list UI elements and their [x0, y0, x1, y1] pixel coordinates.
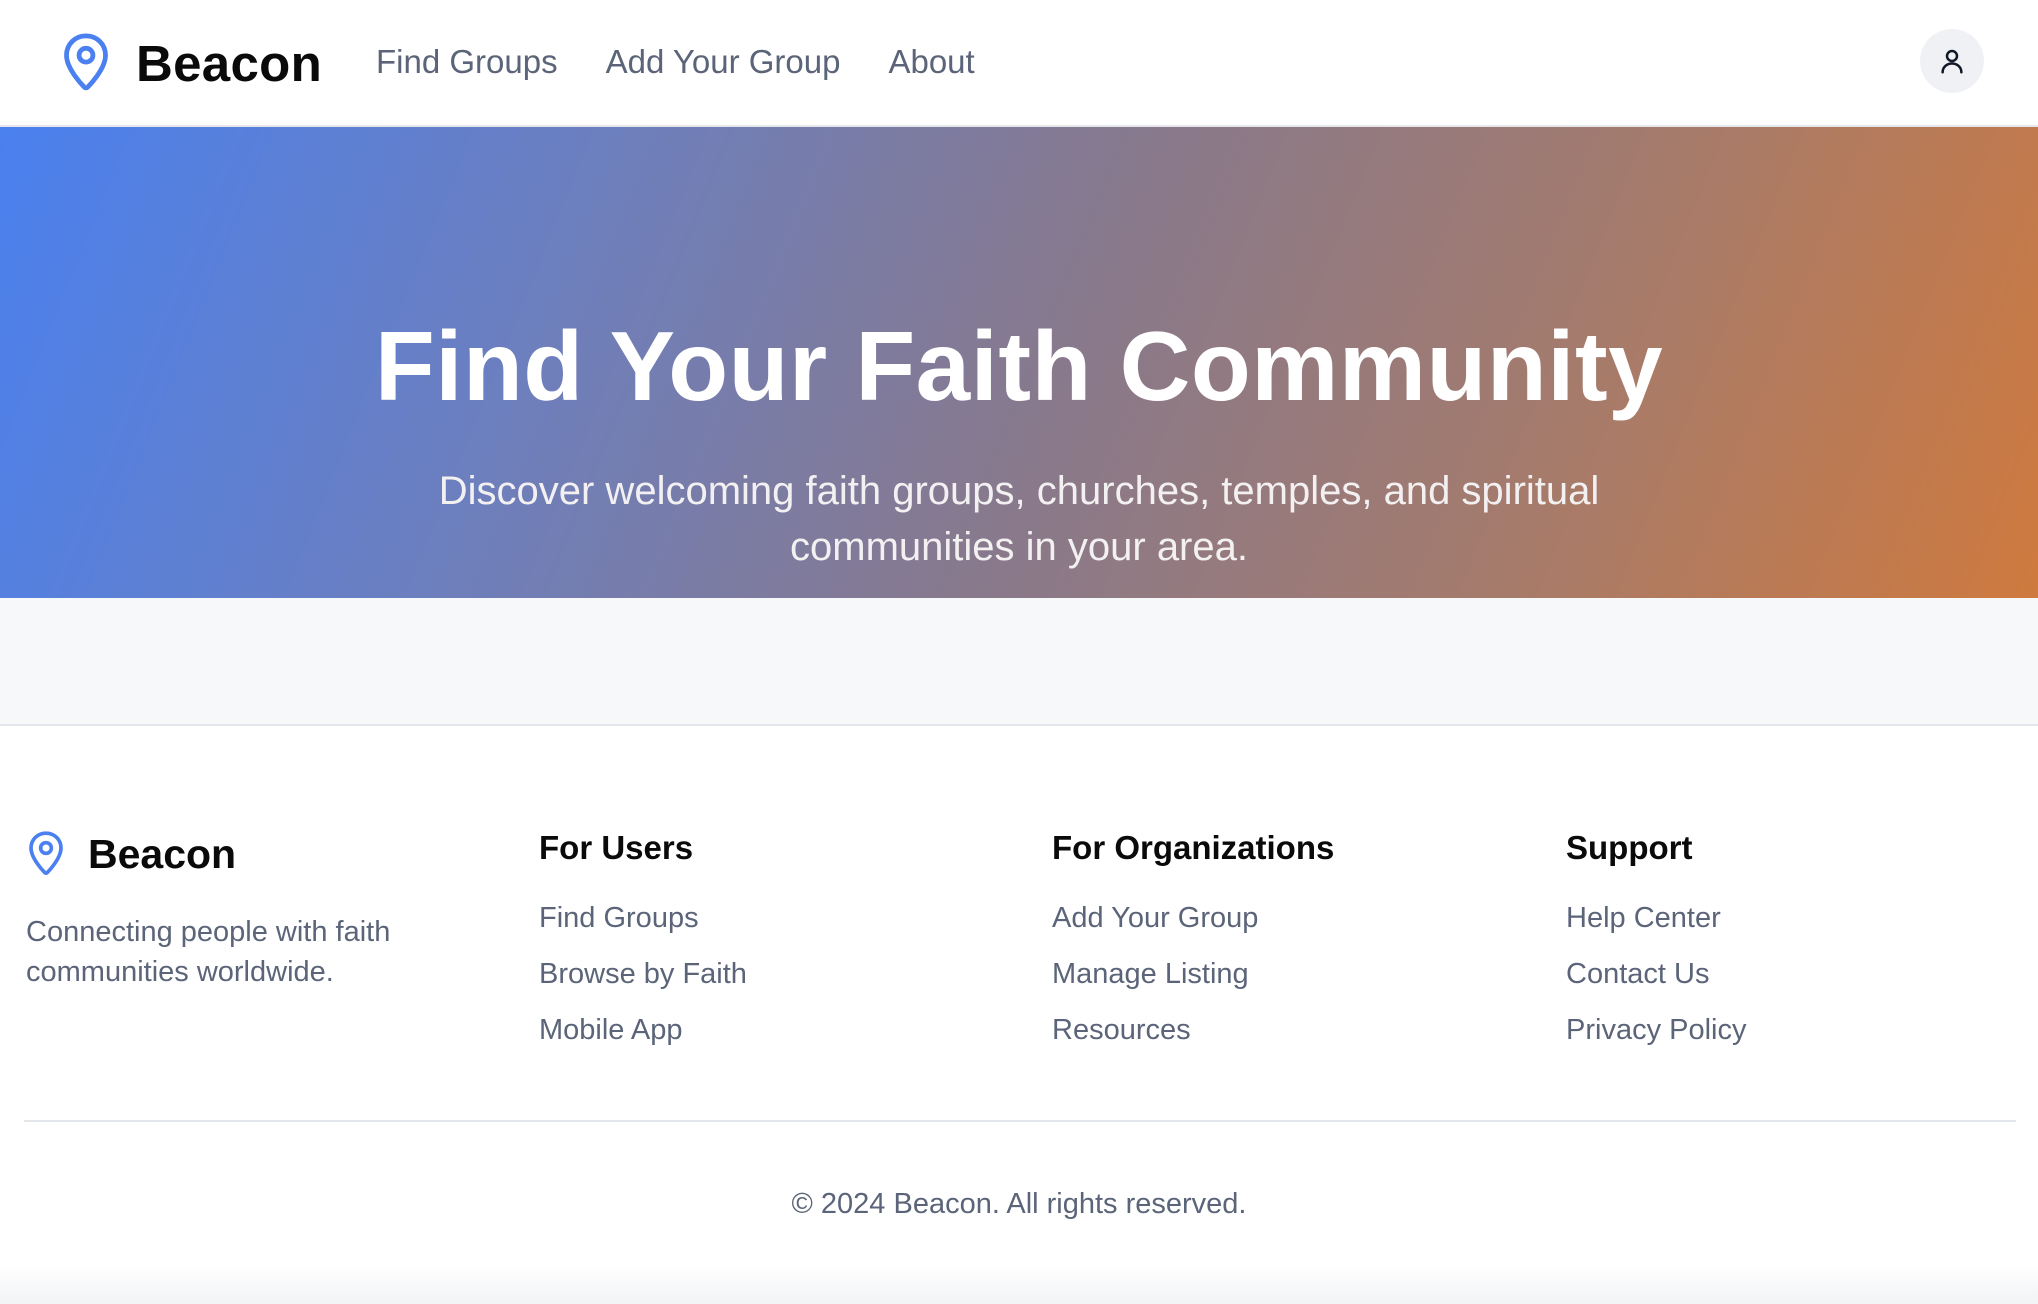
user-icon — [1941, 49, 1963, 74]
footer-link-contact-us[interactable]: Contact Us — [1566, 954, 1747, 994]
content-area — [0, 598, 2038, 726]
map-pin-icon — [29, 831, 63, 875]
brand-logo-link[interactable]: Beacon — [60, 30, 322, 96]
brand-name: Beacon — [136, 34, 323, 92]
footer-divider — [24, 1120, 2016, 1122]
footer-link-browse-by-faith[interactable]: Browse by Faith — [539, 954, 747, 994]
hero-title: Find Your Faith Community — [374, 311, 1664, 421]
footer-link-help-center[interactable]: Help Center — [1566, 898, 1747, 938]
map-pin-icon — [64, 33, 108, 91]
footer-link-manage-listing[interactable]: Manage Listing — [1052, 954, 1334, 994]
copyright-text: © 2024 Beacon. All rights reserved. — [791, 1188, 1247, 1220]
footer-column-for-organizations: For Organizations Add Your Group Manage … — [1052, 826, 1334, 1066]
footer-link-privacy-policy[interactable]: Privacy Policy — [1566, 1010, 1747, 1050]
footer-link-add-your-group[interactable]: Add Your Group — [1052, 898, 1334, 938]
bottom-edge — [0, 1264, 2038, 1304]
site-header: Beacon Find Groups Add Your Group About — [0, 0, 2038, 127]
footer-heading: Support — [1566, 829, 1693, 866]
main-nav: Find Groups Add Your Group About — [376, 38, 975, 86]
hero-banner: Find Your Faith Community Discover welco… — [0, 127, 2038, 598]
footer-heading: For Organizations — [1052, 829, 1335, 866]
footer-link-find-groups[interactable]: Find Groups — [539, 898, 747, 938]
nav-find-groups[interactable]: Find Groups — [376, 38, 558, 86]
user-menu-button[interactable] — [1920, 29, 1984, 93]
footer-link-mobile-app[interactable]: Mobile App — [539, 1010, 747, 1050]
hero-subtitle: Discover welcoming faith groups, churche… — [438, 469, 1600, 569]
footer-heading: For Users — [539, 829, 694, 866]
footer-brand-name: Beacon — [88, 830, 237, 877]
site-footer: Beacon Connecting people with faith comm… — [0, 726, 2038, 1304]
footer-tagline: Connecting people with faith communities… — [26, 916, 391, 988]
footer-brand[interactable]: Beacon — [26, 826, 446, 882]
footer-brand-column: Beacon Connecting people with faith comm… — [26, 826, 446, 992]
nav-add-your-group[interactable]: Add Your Group — [606, 38, 841, 86]
footer-column-support: Support Help Center Contact Us Privacy P… — [1566, 826, 1747, 1066]
footer-link-resources[interactable]: Resources — [1052, 1010, 1334, 1050]
footer-column-for-users: For Users Find Groups Browse by Faith Mo… — [539, 826, 747, 1066]
nav-about[interactable]: About — [888, 38, 974, 86]
